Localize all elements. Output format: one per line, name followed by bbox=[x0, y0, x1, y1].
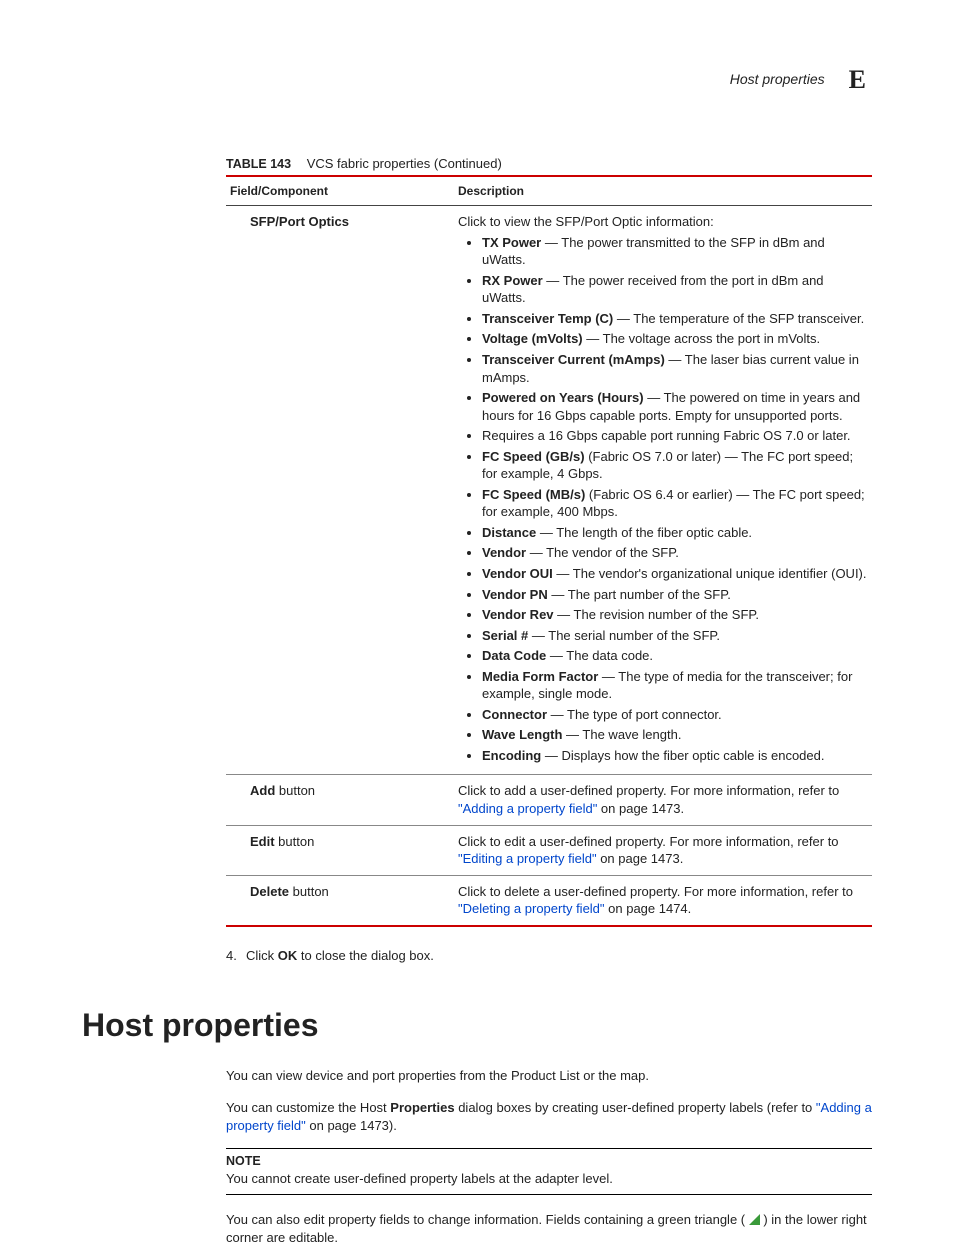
list-item: Wave Length — The wave length. bbox=[482, 726, 868, 744]
list-item: Transceiver Temp (C) — The temperature o… bbox=[482, 310, 868, 328]
list-item: Transceiver Current (mAmps) — The laser … bbox=[482, 351, 868, 386]
numbered-step: 4. Click OK to close the dialog box. bbox=[226, 947, 872, 965]
field-name-rest: button bbox=[289, 884, 329, 899]
body-paragraph: You can also edit property fields to cha… bbox=[226, 1211, 872, 1247]
sfp-bullet-list: TX Power — The power transmitted to the … bbox=[482, 234, 868, 765]
table-row: SFP/Port Optics Click to view the SFP/Po… bbox=[226, 206, 872, 775]
link-editing-property[interactable]: "Editing a property field" bbox=[458, 851, 597, 866]
list-item: Media Form Factor — The type of media fo… bbox=[482, 668, 868, 703]
field-name-rest: button bbox=[275, 783, 315, 798]
field-description: Click to edit a user-defined property. F… bbox=[454, 825, 872, 875]
field-name: Delete bbox=[250, 884, 289, 899]
body-paragraph: You can view device and port properties … bbox=[226, 1067, 872, 1085]
list-item: TX Power — The power transmitted to the … bbox=[482, 234, 868, 269]
field-name-rest: button bbox=[275, 834, 315, 849]
step-number: 4. bbox=[226, 947, 246, 965]
list-item: Connector — The type of port connector. bbox=[482, 706, 868, 724]
table-title: VCS fabric properties (Continued) bbox=[307, 156, 502, 171]
list-item: RX Power — The power received from the p… bbox=[482, 272, 868, 307]
running-header-title: Host properties bbox=[730, 70, 825, 89]
list-item: Data Code — The data code. bbox=[482, 647, 868, 665]
list-item: Powered on Years (Hours) — The powered o… bbox=[482, 389, 868, 424]
sfp-lead-text: Click to view the SFP/Port Optic informa… bbox=[458, 213, 868, 231]
link-adding-property[interactable]: "Adding a property field" bbox=[458, 801, 597, 816]
table-header-row: Field/Component Description bbox=[226, 176, 872, 206]
body-paragraph: You can customize the Host Properties di… bbox=[226, 1099, 872, 1134]
note-text: You cannot create user-defined property … bbox=[226, 1170, 872, 1188]
content-area: TABLE 143 VCS fabric properties (Continu… bbox=[226, 155, 872, 1247]
section-heading: Host properties bbox=[82, 1004, 872, 1047]
step-text: Click OK to close the dialog box. bbox=[246, 947, 434, 965]
list-item: Vendor OUI — The vendor's organizational… bbox=[482, 565, 868, 583]
field-description: Click to add a user-defined property. Fo… bbox=[454, 775, 872, 825]
list-item: Voltage (mVolts) — The voltage across th… bbox=[482, 330, 868, 348]
list-item: Requires a 16 Gbps capable port running … bbox=[482, 427, 868, 445]
table-header-desc: Description bbox=[454, 176, 872, 206]
green-triangle-icon bbox=[749, 1212, 760, 1230]
note-block: NOTE You cannot create user-defined prop… bbox=[226, 1148, 872, 1194]
list-item: Encoding — Displays how the fiber optic … bbox=[482, 747, 868, 765]
page: Host properties E TABLE 143 VCS fabric p… bbox=[0, 0, 954, 1235]
running-header-letter: E bbox=[849, 62, 866, 97]
list-item: Serial # — The serial number of the SFP. bbox=[482, 627, 868, 645]
field-name: SFP/Port Optics bbox=[250, 214, 349, 229]
table-number: TABLE 143 bbox=[226, 157, 291, 171]
table-header-field: Field/Component bbox=[226, 176, 454, 206]
link-deleting-property[interactable]: "Deleting a property field" bbox=[458, 901, 605, 916]
list-item: Vendor — The vendor of the SFP. bbox=[482, 544, 868, 562]
table-row: Add button Click to add a user-defined p… bbox=[226, 775, 872, 825]
field-name: Add bbox=[250, 783, 275, 798]
running-header: Host properties E bbox=[82, 62, 872, 97]
field-description: Click to view the SFP/Port Optic informa… bbox=[454, 206, 872, 775]
note-label: NOTE bbox=[226, 1153, 872, 1170]
table-caption: TABLE 143 VCS fabric properties (Continu… bbox=[226, 155, 872, 173]
list-item: FC Speed (GB/s) (Fabric OS 7.0 or later)… bbox=[482, 448, 868, 483]
field-description: Click to delete a user-defined property.… bbox=[454, 875, 872, 926]
table-row: Edit button Click to edit a user-defined… bbox=[226, 825, 872, 875]
list-item: Distance — The length of the fiber optic… bbox=[482, 524, 868, 542]
list-item: Vendor PN — The part number of the SFP. bbox=[482, 586, 868, 604]
list-item: FC Speed (MB/s) (Fabric OS 6.4 or earlie… bbox=[482, 486, 868, 521]
field-name: Edit bbox=[250, 834, 275, 849]
properties-table: Field/Component Description SFP/Port Opt… bbox=[226, 175, 872, 927]
table-row: Delete button Click to delete a user-def… bbox=[226, 875, 872, 926]
list-item: Vendor Rev — The revision number of the … bbox=[482, 606, 868, 624]
